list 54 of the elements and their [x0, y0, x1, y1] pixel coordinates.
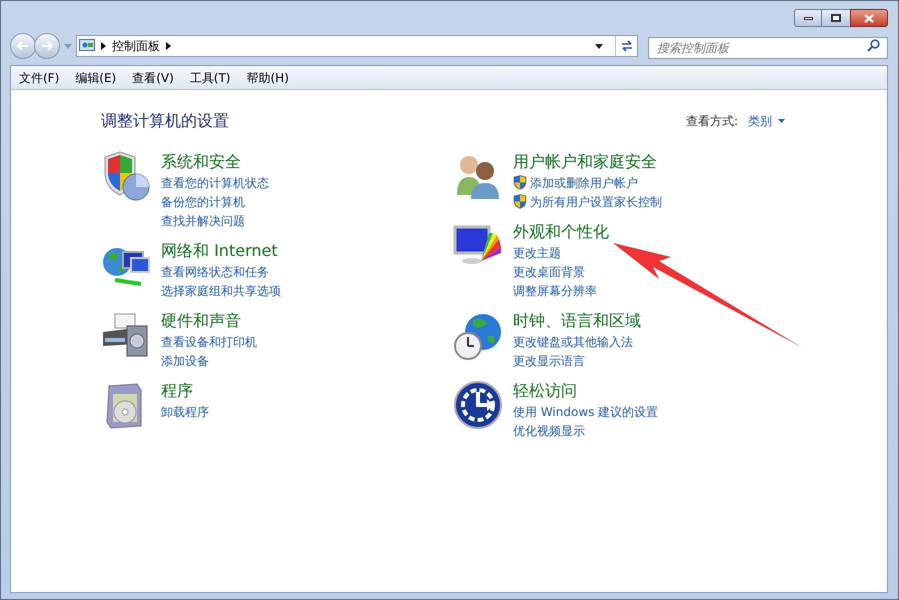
category-link[interactable]: 查看设备和打印机 [161, 332, 257, 350]
shield-icon [513, 175, 527, 190]
minimize-button[interactable] [794, 9, 822, 27]
search-icon [867, 39, 880, 52]
category-title[interactable]: 轻松访问 [513, 380, 658, 402]
back-arrow-icon [17, 41, 29, 51]
view-by-label: 查看方式: [686, 113, 738, 130]
category-title[interactable]: 网络和 Internet [161, 240, 281, 262]
menu-item[interactable]: 帮助(H) [240, 68, 295, 86]
category-link[interactable]: 优化视频显示 [513, 422, 585, 440]
breadcrumb-item[interactable]: 控制面板 [112, 37, 160, 55]
category-link[interactable]: 查找并解决问题 [161, 212, 245, 230]
caret-icon [778, 119, 785, 123]
category-link[interactable]: 备份您的计算机 [161, 192, 245, 210]
category-link[interactable]: 使用 Windows 建议的设置 [513, 402, 658, 420]
category-link[interactable]: 更改主题 [513, 244, 561, 262]
back-button[interactable] [10, 33, 36, 59]
dropdown-caret-icon[interactable] [595, 44, 603, 48]
search-field[interactable]: 搜索控制面板 [648, 37, 888, 59]
page-heading: 调整计算机的设置 [101, 110, 229, 132]
menu-item[interactable]: 查看(V) [126, 68, 180, 86]
category-title[interactable]: 时钟、语言和区域 [513, 310, 641, 332]
category-title[interactable]: 外观和个性化 [513, 221, 609, 243]
refresh-arrows-icon [620, 40, 634, 52]
category-link[interactable]: 为所有用户设置家长控制 [530, 192, 662, 210]
category-link[interactable]: 添加设备 [161, 352, 209, 370]
category-link[interactable]: 选择家庭组和共享选项 [161, 282, 281, 300]
category-link[interactable]: 查看网络状态和任务 [161, 262, 269, 280]
category-link[interactable]: 添加或删除用户帐户 [530, 174, 638, 192]
menu-item[interactable]: 工具(T) [184, 68, 236, 86]
control-panel-icon [79, 39, 95, 53]
shield-icon [513, 194, 527, 209]
category-title[interactable]: 硬件和声音 [161, 310, 257, 332]
breadcrumb-separator-icon[interactable] [166, 42, 171, 50]
maximize-button[interactable] [822, 9, 850, 27]
category-link[interactable]: 更改显示语言 [513, 352, 585, 370]
category-title[interactable]: 系统和安全 [161, 151, 269, 173]
close-button[interactable] [850, 9, 888, 27]
breadcrumb-separator-icon [101, 42, 106, 50]
view-by-dropdown[interactable]: 类别 [748, 112, 785, 130]
category-link[interactable]: 更改键盘或其他输入法 [513, 332, 633, 350]
category-link[interactable]: 更改桌面背景 [513, 262, 585, 280]
category-title[interactable]: 程序 [161, 380, 209, 402]
menu-item[interactable]: 编辑(E) [69, 68, 122, 86]
category-link[interactable]: 查看您的计算机状态 [161, 174, 269, 192]
category-title[interactable]: 用户帐户和家庭安全 [513, 151, 662, 173]
forward-arrow-icon [41, 41, 53, 51]
category-link[interactable]: 卸载程序 [161, 402, 209, 420]
forward-button[interactable] [34, 33, 60, 59]
close-icon [864, 14, 874, 22]
category-link[interactable]: 调整屏幕分辨率 [513, 282, 597, 300]
address-bar[interactable]: 控制面板 [76, 35, 638, 57]
menu-item[interactable]: 文件(F) [13, 68, 66, 86]
accessibility-circle-icon [453, 380, 503, 430]
